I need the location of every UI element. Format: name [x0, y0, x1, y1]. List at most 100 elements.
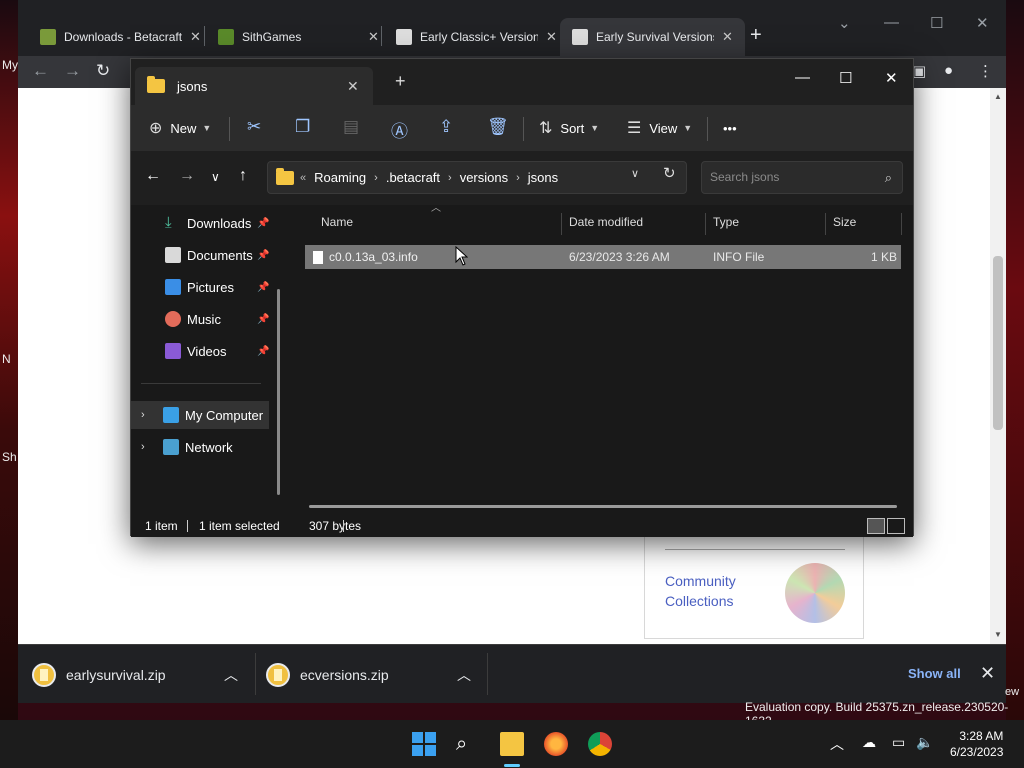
- selection-size: 307 bytes: [309, 519, 362, 533]
- column-divider[interactable]: [705, 213, 706, 235]
- cut-icon[interactable]: ✂: [247, 117, 261, 137]
- pin-icon[interactable]: 📌: [257, 314, 269, 325]
- minimize-icon[interactable]: —: [884, 14, 899, 31]
- chevron-right-icon[interactable]: ›: [141, 409, 145, 421]
- close-icon[interactable]: ✕: [190, 29, 201, 45]
- firefox-icon[interactable]: [544, 732, 568, 756]
- pin-icon[interactable]: 📌: [257, 282, 269, 293]
- search-input[interactable]: Search jsons ⌕: [701, 161, 903, 194]
- download-item[interactable]: earlysurvival.zip: [32, 659, 166, 691]
- new-tab-button[interactable]: +: [395, 71, 406, 92]
- recent-locations-icon[interactable]: ∨: [211, 170, 220, 184]
- page-scrollbar[interactable]: ▲ ▼: [990, 88, 1006, 644]
- scroll-up-icon[interactable]: ▲: [994, 92, 1002, 101]
- refresh-icon[interactable]: ↻: [663, 164, 676, 182]
- overflow-icon[interactable]: «: [300, 172, 306, 184]
- sidebar-item-documents[interactable]: Documents 📌: [131, 241, 269, 269]
- address-bar[interactable]: « Roaming › .betacraft › versions › json…: [267, 161, 687, 194]
- up-icon[interactable]: ↑: [239, 167, 247, 185]
- volume-icon[interactable]: 🔈: [916, 734, 933, 751]
- forward-icon[interactable]: →: [64, 61, 81, 81]
- sidebar-item-videos[interactable]: Videos 📌: [131, 337, 269, 365]
- column-divider[interactable]: [825, 213, 826, 235]
- sidebar-item-downloads[interactable]: ⤓ Downloads 📌: [131, 209, 269, 237]
- chrome-icon[interactable]: [588, 732, 612, 756]
- close-icon[interactable]: ✕: [722, 29, 733, 45]
- breadcrumb-item[interactable]: Roaming: [314, 170, 366, 185]
- download-item[interactable]: ecversions.zip: [266, 659, 389, 691]
- desktop-icon-label[interactable]: N: [2, 352, 11, 366]
- chevron-down-icon: ▼: [590, 123, 600, 133]
- paste-icon[interactable]: ▤: [343, 117, 359, 137]
- breadcrumb-item[interactable]: jsons: [528, 170, 558, 185]
- cloud-icon[interactable]: ☁: [862, 734, 876, 751]
- desktop-icon-label[interactable]: My: [2, 58, 18, 72]
- forward-icon[interactable]: →: [179, 167, 195, 185]
- delete-icon[interactable]: 🗑: [487, 117, 509, 137]
- pin-icon[interactable]: 📌: [257, 250, 269, 261]
- scrollbar-thumb[interactable]: [993, 256, 1003, 430]
- tab-search-icon[interactable]: ⌄: [838, 14, 851, 32]
- pin-icon[interactable]: 📌: [257, 346, 269, 357]
- browser-tab[interactable]: Downloads - Betacraft ✕: [28, 18, 213, 56]
- view-button[interactable]: ☰ View ▼: [627, 115, 692, 141]
- file-explorer-icon[interactable]: [500, 732, 524, 756]
- close-window-icon[interactable]: ✕: [976, 14, 989, 32]
- rename-icon[interactable]: Ⓐ: [391, 117, 408, 142]
- column-header-size[interactable]: Size: [833, 215, 856, 229]
- network-icon[interactable]: ▭: [892, 734, 905, 751]
- scroll-down-icon[interactable]: ▼: [994, 630, 1002, 639]
- sidebar-item-pictures[interactable]: Pictures 📌: [131, 273, 269, 301]
- close-tab-icon[interactable]: ✕: [347, 78, 359, 95]
- breadcrumb-item[interactable]: versions: [460, 170, 508, 185]
- sidebar-scrollbar[interactable]: [277, 289, 280, 495]
- system-clock[interactable]: 3:28 AM 6/23/2023: [950, 728, 1003, 760]
- minimize-icon[interactable]: —: [795, 69, 810, 86]
- chevron-up-icon[interactable]: ︿: [830, 734, 844, 754]
- pin-icon[interactable]: 📌: [257, 218, 269, 229]
- maximize-icon[interactable]: ☐: [930, 14, 943, 32]
- column-header-date[interactable]: Date modified: [569, 215, 643, 229]
- browser-tab[interactable]: Early Classic+ Versions ✕: [384, 18, 569, 56]
- chevron-right-icon[interactable]: ›: [141, 441, 145, 453]
- back-icon[interactable]: ←: [145, 167, 161, 185]
- copy-icon[interactable]: ❐: [295, 117, 310, 137]
- maximize-icon[interactable]: ☐: [839, 69, 852, 87]
- close-icon[interactable]: ✕: [368, 29, 379, 45]
- column-divider[interactable]: [561, 213, 562, 235]
- close-icon[interactable]: ✕: [546, 29, 557, 45]
- sidebar-icon[interactable]: ▣: [912, 62, 926, 80]
- sidebar-item-my-computer[interactable]: › My Computer: [131, 401, 269, 429]
- close-shelf-icon[interactable]: ✕: [980, 663, 995, 684]
- sidebar-item-network[interactable]: › Network: [131, 433, 269, 461]
- horizontal-scrollbar[interactable]: [309, 505, 897, 508]
- more-options-button[interactable]: •••: [723, 115, 737, 141]
- breadcrumb-item[interactable]: .betacraft: [386, 170, 440, 185]
- close-window-icon[interactable]: ✕: [885, 69, 898, 87]
- reload-icon[interactable]: ↻: [96, 61, 110, 81]
- start-icon[interactable]: [412, 732, 436, 756]
- tiles-view-icon[interactable]: [887, 518, 905, 534]
- desktop-icon-label[interactable]: Sh: [2, 450, 17, 464]
- share-icon[interactable]: ⇪: [439, 117, 453, 137]
- community-collections-link[interactable]: Community Collections: [665, 571, 775, 611]
- address-dropdown-icon[interactable]: ∨: [631, 167, 639, 180]
- search-icon[interactable]: ⌕: [456, 732, 480, 756]
- menu-icon[interactable]: ⋮: [978, 62, 993, 80]
- profile-icon[interactable]: ●: [944, 62, 953, 79]
- archive-icon: [396, 29, 412, 45]
- sidebar-item-music[interactable]: Music 📌: [131, 305, 269, 333]
- details-view-icon[interactable]: [867, 518, 885, 534]
- column-header-type[interactable]: Type: [713, 215, 739, 229]
- column-header-name[interactable]: Name: [321, 215, 353, 229]
- browser-tab-active[interactable]: Early Survival Versions ✕: [560, 18, 745, 56]
- explorer-tab[interactable]: jsons ✕: [135, 67, 373, 105]
- file-row[interactable]: c0.0.13a_03.info 6/23/2023 3:26 AM INFO …: [305, 245, 901, 269]
- column-divider[interactable]: [901, 213, 902, 235]
- browser-tab[interactable]: SithGames ✕: [206, 18, 391, 56]
- sort-button[interactable]: ⇅ Sort ▼: [539, 115, 599, 141]
- new-button[interactable]: ⊕ New ▼: [149, 115, 211, 141]
- show-all-button[interactable]: Show all: [908, 666, 961, 681]
- new-tab-button[interactable]: +: [750, 24, 762, 47]
- back-icon[interactable]: ←: [32, 61, 49, 81]
